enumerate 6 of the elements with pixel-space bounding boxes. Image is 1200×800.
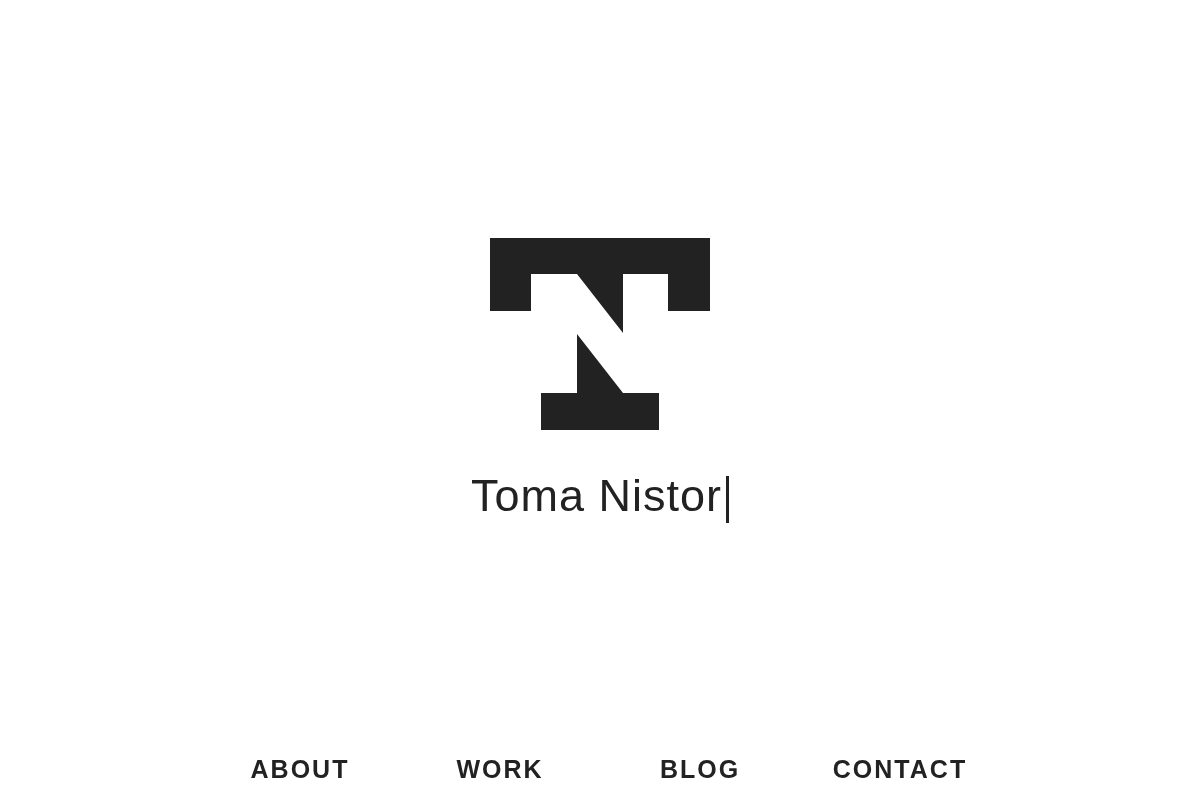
nav-link[interactable]: ABOUT (250, 754, 350, 784)
nav-link[interactable]: BLOG (659, 754, 741, 784)
nav-link[interactable]: CONTACT (832, 754, 968, 784)
text-cursor (726, 475, 730, 523)
nav-link[interactable]: WORK (456, 754, 544, 784)
site-title: Toma Nistor (470, 469, 723, 523)
